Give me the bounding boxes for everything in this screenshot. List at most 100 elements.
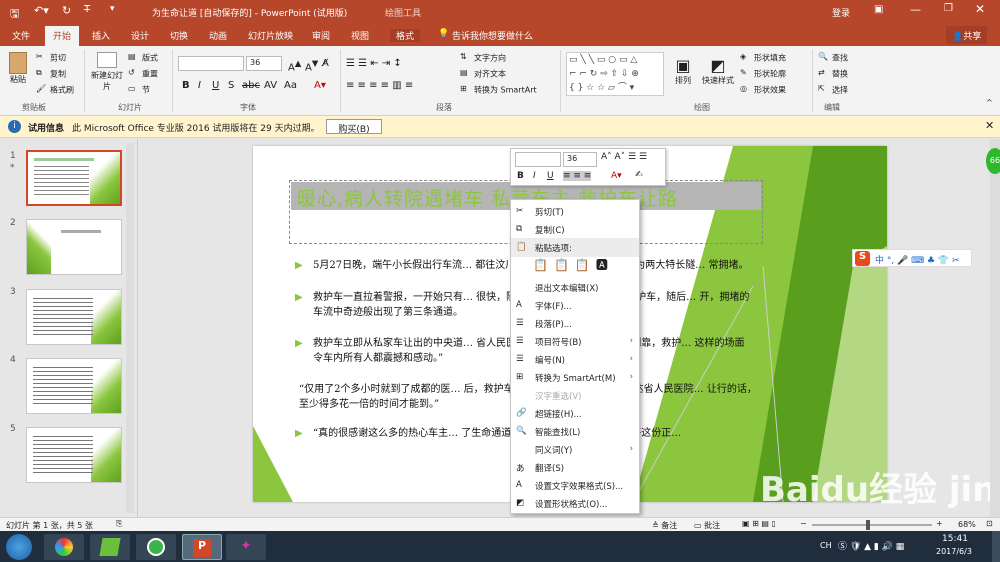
shadow-icon[interactable]: S: [228, 80, 234, 91]
slide-thumbnail-2[interactable]: [26, 219, 122, 275]
font-size-combo[interactable]: 36: [246, 56, 282, 71]
bullets-icon[interactable]: ☰ ☰ ⇤ ⇥ ↕: [346, 58, 402, 69]
case-icon[interactable]: Aa: [284, 80, 297, 91]
mini-align-icon[interactable]: ≡ ≡ ≡: [563, 171, 592, 181]
minimize-button[interactable]: —: [910, 3, 921, 16]
ime-mode-icons[interactable]: 中 °, 🎤 ⌨ ♣ 👕 ✂: [875, 253, 960, 266]
menu-item-hyperlink[interactable]: 🔗 超链接(H)...: [511, 404, 639, 423]
italic-icon[interactable]: I: [198, 80, 201, 91]
tab-format[interactable]: 格式: [390, 29, 421, 42]
quick-styles-button[interactable]: ◩ 快速样式: [700, 56, 736, 86]
underline-icon[interactable]: U: [212, 80, 219, 91]
font-color-icon[interactable]: A▾: [314, 80, 326, 91]
tab-insert[interactable]: 插入: [92, 29, 110, 42]
customize-icon[interactable]: ▾: [110, 4, 115, 14]
redo-icon[interactable]: ↻: [62, 4, 71, 17]
cut-button[interactable]: ✂ 剪切: [36, 52, 66, 64]
editor-scrollbar[interactable]: [990, 139, 1000, 517]
zoom-thumb[interactable]: [866, 520, 870, 530]
strikethrough-icon[interactable]: abc: [242, 80, 260, 91]
tab-home[interactable]: 开始: [45, 26, 80, 46]
slide-thumbnail-5[interactable]: [26, 427, 122, 483]
menu-item-cut[interactable]: ✂ 剪切(T): [511, 202, 639, 221]
notes-button[interactable]: ≜ 备注: [652, 520, 677, 531]
zoom-slider[interactable]: [812, 520, 932, 530]
zoom-in-icon[interactable]: +: [936, 519, 943, 528]
spellcheck-icon[interactable]: ⎘: [116, 519, 122, 529]
mini-grow-shrink-icons[interactable]: A˄ A˅ ☰ ☰: [601, 152, 647, 162]
menu-item-paragraph[interactable]: ☰ 段落(P)...: [511, 314, 639, 333]
mini-italic-icon[interactable]: I: [533, 171, 536, 181]
tab-file[interactable]: 文件: [12, 29, 30, 42]
menu-item-font[interactable]: A 字体(F)...: [511, 296, 639, 315]
save-icon[interactable]: 🖫: [10, 5, 19, 24]
clear-format-icon[interactable]: A̸: [322, 58, 329, 69]
align-icon[interactable]: ≡ ≡ ≡ ≡ ▥ ≡: [346, 80, 413, 91]
format-painter-button[interactable]: 🖌 格式刷: [36, 84, 74, 96]
shape-effects-button[interactable]: ◎ 形状效果: [740, 84, 786, 96]
tell-me-input[interactable]: 告诉我你想要做什么: [452, 29, 533, 42]
layout-button[interactable]: ▤ 版式: [128, 52, 158, 64]
shapes-gallery[interactable]: ▭ ╲ ╲ ▭ ○ ▭ △ ⌐ ⌐ ↻ ⇨ ⇧ ⇩ ⊕{ } ☆ ☆ ▱ ⌒ ▾: [566, 52, 664, 96]
shape-fill-button[interactable]: ◈ 形状填充: [740, 52, 786, 64]
taskbar-app-3[interactable]: [136, 534, 176, 560]
mini-font-color-icon[interactable]: A▾: [611, 171, 622, 181]
text-direction-button[interactable]: ⇅ 文字方向: [460, 52, 506, 64]
taskbar-powerpoint[interactable]: P: [182, 534, 222, 560]
select-button[interactable]: ⇱ 选择: [818, 84, 848, 96]
ime-toolbar[interactable]: S 中 °, 🎤 ⌨ ♣ 👕 ✂: [852, 249, 972, 267]
mini-size-combo[interactable]: 36: [563, 152, 597, 167]
menu-item-bullets[interactable]: ☰ 项目符号(B) ›: [511, 332, 639, 351]
taskbar-app-5[interactable]: ✦: [226, 534, 266, 560]
share-button[interactable]: 👤共享: [946, 26, 988, 44]
close-button[interactable]: ✕: [975, 2, 985, 16]
login-link[interactable]: 登录: [832, 6, 850, 19]
start-button[interactable]: [6, 534, 32, 560]
reset-button[interactable]: ↺ 重置: [128, 68, 158, 80]
copy-button[interactable]: ⧉ 复制: [36, 68, 66, 80]
tab-review[interactable]: 审阅: [312, 29, 330, 42]
fit-slide-icon[interactable]: ⊡: [986, 519, 993, 528]
menu-item-synonyms[interactable]: 同义词(Y) ›: [511, 440, 639, 459]
smartart-button[interactable]: ⊞ 转换为 SmartArt: [460, 84, 537, 96]
tab-animations[interactable]: 动画: [209, 29, 227, 42]
slide-thumbnail-3[interactable]: [26, 289, 122, 345]
mini-underline-icon[interactable]: U: [547, 171, 554, 181]
font-name-combo[interactable]: [178, 56, 244, 71]
grow-font-icon[interactable]: A▲: [288, 58, 301, 73]
menu-item-translate[interactable]: あ翻译(S): [511, 458, 639, 477]
shrink-font-icon[interactable]: A▼: [305, 58, 318, 73]
bold-icon[interactable]: B: [182, 80, 190, 91]
font-size-icon[interactable]: T̶: [84, 4, 90, 15]
restore-button[interactable]: ❐: [944, 3, 953, 14]
slide-thumbnail-4[interactable]: [26, 358, 122, 414]
find-button[interactable]: 🔍 查找: [818, 52, 848, 64]
tray-icons[interactable]: Ⓢ 🛡 ▲ ▮ 🔊 ▦: [838, 539, 904, 552]
menu-item-copy[interactable]: ⧉ 复制(C): [511, 220, 639, 239]
show-desktop-button[interactable]: [992, 531, 1000, 562]
buy-button[interactable]: 购买(B): [326, 119, 382, 135]
mini-painter-icon[interactable]: ✍: [635, 170, 643, 180]
comments-button[interactable]: ▭ 批注: [694, 520, 720, 531]
tab-design[interactable]: 设计: [131, 29, 149, 42]
zoom-level[interactable]: 68%: [958, 520, 976, 529]
menu-item-numbering[interactable]: ☰ 编号(N) ›: [511, 350, 639, 369]
paste-options[interactable]: 📋📋📋🅰: [533, 256, 633, 274]
tab-view[interactable]: 视图: [351, 29, 369, 42]
mini-bold-icon[interactable]: B: [517, 171, 524, 181]
tab-slideshow[interactable]: 幻灯片放映: [248, 29, 293, 42]
view-buttons[interactable]: ▣ ⊞ ▤ ▯: [742, 519, 776, 528]
tab-transitions[interactable]: 切换: [170, 29, 188, 42]
ribbon-display-icon[interactable]: ▣: [874, 4, 883, 15]
paste-button[interactable]: 粘贴: [6, 52, 30, 85]
floating-badge[interactable]: 66: [986, 148, 1000, 174]
undo-icon[interactable]: ↶▾: [34, 4, 49, 17]
replace-button[interactable]: ⇄ 替换: [818, 68, 848, 80]
menu-item-exit-edit[interactable]: 退出文本编辑(X): [511, 278, 639, 297]
arrange-button[interactable]: ▣ 排列: [672, 56, 694, 86]
close-icon[interactable]: ✕: [985, 119, 994, 132]
menu-item-shape-format[interactable]: ◩ 设置形状格式(O)...: [511, 494, 639, 513]
mini-font-combo[interactable]: [515, 152, 561, 167]
align-text-button[interactable]: ▤ 对齐文本: [460, 68, 506, 80]
zoom-out-icon[interactable]: −: [800, 519, 807, 528]
